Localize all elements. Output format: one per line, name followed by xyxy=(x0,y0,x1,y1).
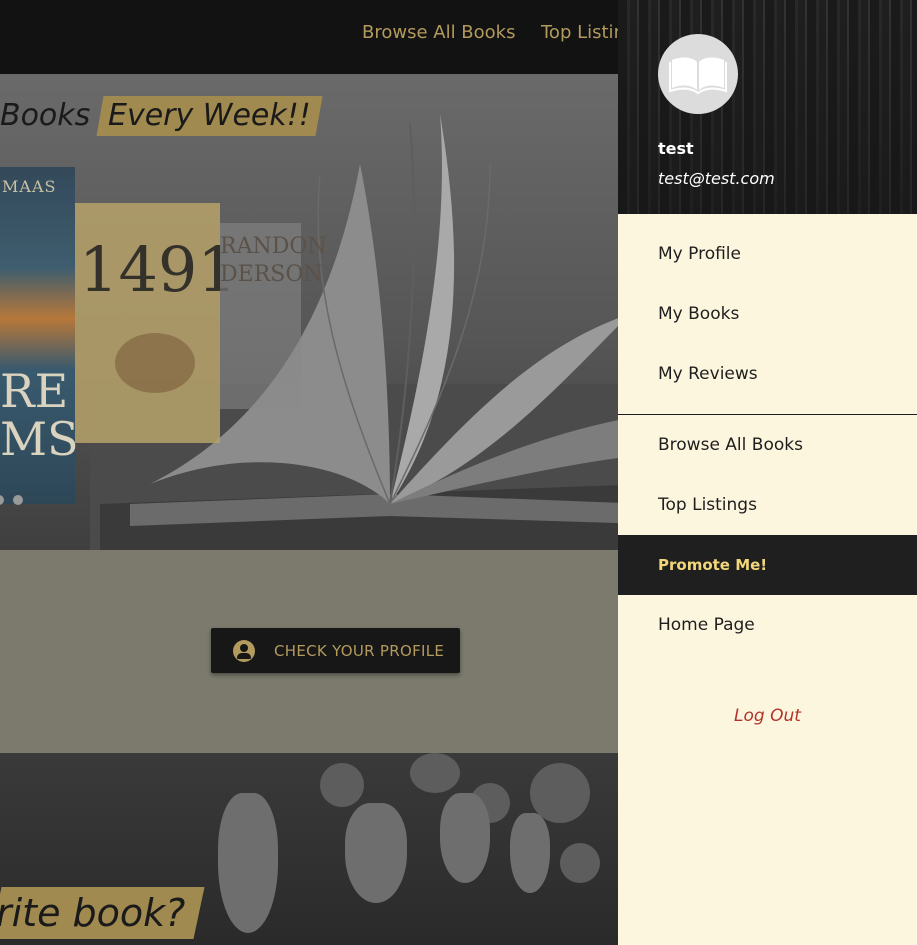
hero-banner-highlight: Every Week!! xyxy=(96,96,323,136)
menu-item-top-listings[interactable]: Top Listings xyxy=(618,475,917,535)
user-email: test@test.com xyxy=(658,169,775,188)
check-profile-button[interactable]: CHECK YOUR PROFILE xyxy=(211,628,460,673)
user-name: test xyxy=(658,139,694,158)
book-cover-1-author: MAAS xyxy=(2,177,57,196)
lightbulb xyxy=(440,793,490,883)
menu-item-browse-all-books[interactable]: Browse All Books xyxy=(618,415,917,475)
account-circle-icon xyxy=(233,639,255,662)
menu-item-my-reviews[interactable]: My Reviews xyxy=(618,344,917,404)
bokeh-light xyxy=(410,753,460,793)
menu-item-my-profile[interactable]: My Profile xyxy=(618,224,917,284)
book-cover-3-title: RANDON DERSON xyxy=(220,234,327,287)
lower-banner: rite book? xyxy=(0,887,205,939)
lightbulb xyxy=(218,793,278,933)
menu-item-home-page[interactable]: Home Page xyxy=(618,595,917,655)
check-profile-label: CHECK YOUR PROFILE xyxy=(274,641,445,660)
book-cover-2-title: 1491 xyxy=(79,233,237,306)
book-cover-1-title: RE MS xyxy=(0,364,79,466)
open-book-icon xyxy=(669,57,727,95)
nav-top-listings[interactable]: Top Listin xyxy=(541,22,625,43)
lightbulb xyxy=(510,813,550,893)
hero-banner-text: Books xyxy=(0,98,91,133)
bokeh-light xyxy=(320,763,364,807)
book-cover-1[interactable]: MAAS RE MS xyxy=(0,167,79,504)
book-cover-3[interactable]: RANDON DERSON xyxy=(220,223,327,409)
side-drawer: test test@test.com My Profile My Books M… xyxy=(618,0,917,945)
bokeh-light xyxy=(560,843,600,883)
logout-button[interactable]: Log Out xyxy=(618,706,917,726)
nav-browse-all-books[interactable]: Browse All Books xyxy=(362,22,515,43)
book-cover-2-map-art xyxy=(115,333,195,393)
avatar[interactable] xyxy=(658,34,738,114)
menu-item-promote-me[interactable]: Promote Me! xyxy=(618,535,917,595)
menu-item-my-books[interactable]: My Books xyxy=(618,284,917,344)
book-cover-2[interactable]: 1491 xyxy=(75,203,237,443)
carousel-dot[interactable] xyxy=(13,495,23,505)
lower-banner-text: rite book? xyxy=(0,891,186,935)
hero-banner: Books Every Week!! xyxy=(0,96,331,136)
lightbulb xyxy=(345,803,407,903)
